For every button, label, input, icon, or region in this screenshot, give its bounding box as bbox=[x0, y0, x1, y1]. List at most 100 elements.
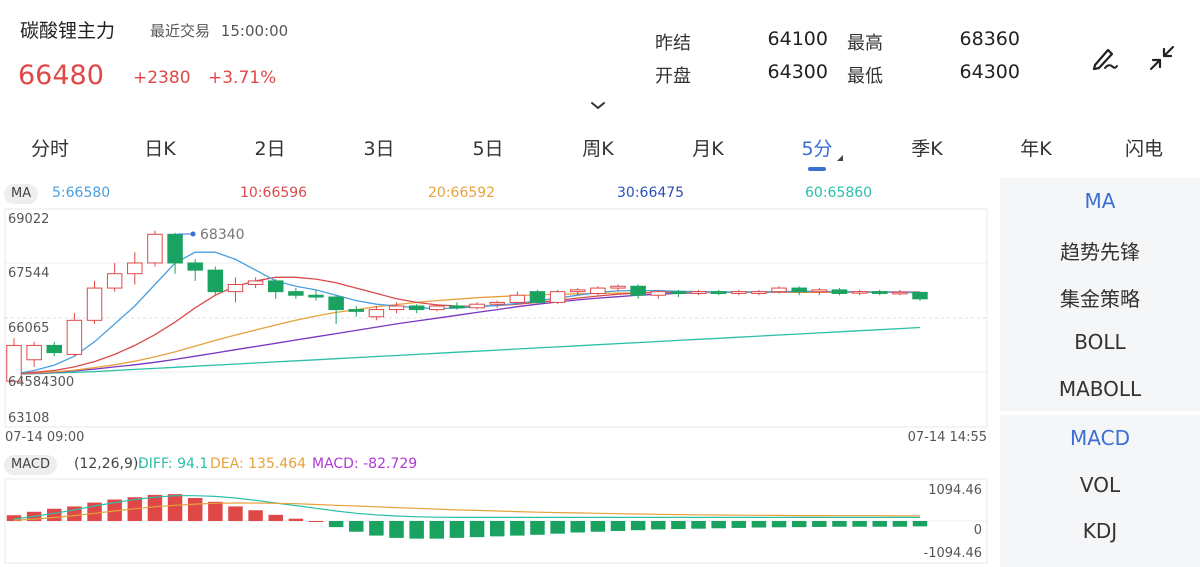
macd-bar bbox=[691, 521, 706, 529]
expand-chevron-icon[interactable] bbox=[590, 96, 606, 110]
ma30-value: 30:66475 bbox=[617, 185, 685, 201]
macd-bar bbox=[751, 521, 767, 528]
collapse-arrows-icon bbox=[1149, 45, 1175, 71]
candle-down bbox=[831, 289, 848, 294]
indicator-macd[interactable]: MACD bbox=[1000, 426, 1200, 450]
macd-bar bbox=[208, 501, 223, 521]
ma60-line bbox=[13, 326, 921, 375]
candle-up bbox=[590, 287, 606, 294]
ma5-value: 5:66580 bbox=[52, 185, 111, 201]
candle-up bbox=[731, 291, 747, 294]
candle-up bbox=[368, 309, 385, 318]
candle-up bbox=[26, 344, 42, 361]
tab-monthly-k[interactable]: 月K bbox=[692, 134, 723, 161]
tab-intraday[interactable]: 分时 bbox=[31, 134, 69, 161]
macd-bar bbox=[711, 521, 726, 529]
candle-up bbox=[650, 291, 667, 296]
macd-bar bbox=[590, 521, 606, 532]
price-tick: 63108 bbox=[8, 411, 49, 426]
indicator-fund-strategy[interactable]: 集金策略 bbox=[1000, 283, 1200, 312]
macd-bar bbox=[469, 521, 485, 538]
macd-axis-top: 1094.46 bbox=[928, 483, 982, 498]
macd-bar bbox=[832, 521, 847, 527]
ma20-line bbox=[13, 291, 920, 375]
ma30-line bbox=[13, 291, 920, 375]
candle-down bbox=[912, 291, 928, 300]
candle-up bbox=[106, 273, 123, 289]
candle-up bbox=[690, 291, 707, 294]
period-tabs: 分时 日K 2日 3日 5日 周K 月K 5分 季K 年K 闪电 bbox=[0, 128, 1200, 172]
macd-bar bbox=[731, 521, 747, 528]
collapse-button[interactable] bbox=[1144, 40, 1180, 76]
indicator-maboll[interactable]: MABOLL bbox=[1000, 377, 1200, 401]
pen-icon bbox=[1092, 48, 1118, 71]
macd-bar bbox=[228, 506, 243, 521]
tab-flash[interactable]: 闪电 bbox=[1125, 134, 1163, 161]
macd-bar bbox=[449, 521, 465, 538]
candle-up bbox=[86, 287, 103, 321]
candle-up bbox=[851, 291, 868, 294]
indicator-vol[interactable]: VOL bbox=[1000, 473, 1200, 497]
candle-up bbox=[549, 291, 566, 303]
macd-axis-bottom: -1094.46 bbox=[924, 546, 982, 561]
tab-5min[interactable]: 5分 bbox=[801, 134, 832, 161]
draw-pen-button[interactable] bbox=[1086, 40, 1122, 76]
candle-up bbox=[771, 287, 787, 293]
candle-up bbox=[227, 283, 244, 293]
tab-dropdown-icon[interactable] bbox=[837, 155, 843, 161]
candle-down bbox=[267, 280, 284, 293]
candle-down bbox=[449, 305, 465, 309]
prev-settle-label: 昨结 bbox=[655, 33, 691, 54]
macd-bar bbox=[369, 521, 384, 536]
kline-chart[interactable]: 69022 67544 66065 64584300 63108 07-14 0… bbox=[0, 178, 998, 567]
open-value: 64300 bbox=[767, 61, 828, 83]
tab-quarterly-k[interactable]: 季K bbox=[911, 134, 942, 161]
indicator-ma[interactable]: MA bbox=[1000, 189, 1200, 213]
tab-3day[interactable]: 3日 bbox=[363, 134, 394, 161]
macd-bar bbox=[852, 521, 867, 527]
tab-weekly-k[interactable]: 周K bbox=[582, 134, 613, 161]
macd-bar bbox=[610, 521, 626, 531]
trade-status: 最近交易 15:00:00 bbox=[150, 20, 288, 41]
macd-bar bbox=[489, 521, 505, 537]
last-price: 66480 bbox=[18, 60, 104, 91]
high-label: 最高 bbox=[847, 33, 883, 54]
tab-5day[interactable]: 5日 bbox=[472, 134, 503, 161]
candle-down bbox=[187, 262, 203, 271]
indicator-boll[interactable]: BOLL bbox=[1000, 330, 1200, 354]
candle-down bbox=[46, 344, 63, 354]
tab-2day[interactable]: 2日 bbox=[254, 134, 285, 161]
tab-daily-k[interactable]: 日K bbox=[144, 134, 175, 161]
macd-dea: DEA: 135.464 bbox=[210, 456, 307, 472]
macd-bar bbox=[308, 521, 324, 522]
max-marker-label: 68340 bbox=[200, 227, 245, 243]
macd-value: MACD: -82.729 bbox=[312, 456, 418, 472]
candle-down bbox=[408, 305, 425, 311]
candle-up bbox=[147, 233, 163, 264]
high-value: 68360 bbox=[959, 28, 1020, 50]
indicator-trend-pioneer[interactable]: 趋势先锋 bbox=[1000, 236, 1200, 265]
indicator-kdj[interactable]: KDJ bbox=[1000, 519, 1200, 543]
macd-bar bbox=[651, 521, 666, 530]
candle-up bbox=[569, 289, 586, 293]
low-value: 64300 bbox=[959, 61, 1020, 83]
ma-badge[interactable]: MA bbox=[4, 184, 39, 204]
macd-bar bbox=[147, 494, 163, 521]
tab-yearly-k[interactable]: 年K bbox=[1020, 134, 1051, 161]
trade-time: 15:00:00 bbox=[220, 22, 289, 40]
candle-up bbox=[610, 285, 626, 289]
candle-down bbox=[207, 269, 224, 293]
price-change-pct: +3.71% bbox=[208, 68, 277, 88]
macd-bar bbox=[389, 521, 404, 538]
candle-up bbox=[247, 280, 264, 285]
candle-down bbox=[630, 285, 646, 296]
macd-histogram bbox=[6, 494, 928, 539]
macd-bar bbox=[912, 521, 928, 527]
macd-badge[interactable]: MACD bbox=[4, 455, 57, 475]
candle-down bbox=[791, 287, 807, 293]
macd-bar bbox=[268, 514, 283, 521]
macd-bar bbox=[892, 521, 908, 527]
macd-bar bbox=[791, 521, 807, 528]
indicator-sidebar: MA 趋势先锋 集金策略 BOLL MABOLL MACD VOL KDJ bbox=[1000, 178, 1200, 567]
open-label: 开盘 bbox=[655, 66, 691, 87]
